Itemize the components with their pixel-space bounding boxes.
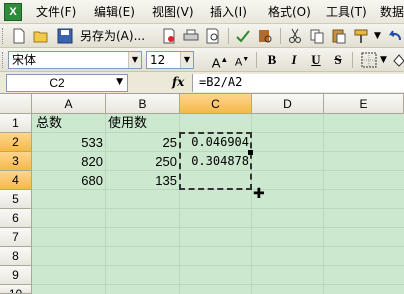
toolbar-separator — [352, 52, 353, 68]
gridline — [323, 114, 324, 294]
cell-b2[interactable]: 25 — [106, 133, 179, 152]
cell-a4[interactable]: 680 — [32, 171, 105, 190]
formatting-toolbar: 宋体 ▼ 12 ▼ A▲ A▼ B I U S ▼ — [0, 48, 404, 72]
standard-toolbar: 另存为(A)... ▼ — [0, 24, 404, 48]
fill-handle[interactable] — [248, 150, 253, 155]
toolbar-grip[interactable] — [2, 28, 5, 44]
italic-button[interactable]: I — [284, 51, 304, 69]
font-size-select[interactable]: 12 ▼ — [146, 51, 194, 69]
menu-edit[interactable]: 编辑(E) — [94, 4, 135, 20]
underline-button[interactable]: U — [306, 51, 326, 69]
strikethrough-button[interactable]: S — [328, 51, 348, 69]
save-as-button[interactable]: 另存为(A)... — [80, 28, 145, 44]
cell-a3[interactable]: 820 — [32, 152, 105, 171]
font-name-value: 宋体 — [12, 53, 37, 67]
formula-text: =B2/A2 — [199, 75, 243, 89]
undo-icon[interactable] — [386, 27, 404, 45]
formula-input[interactable]: =B2/A2 — [192, 74, 404, 92]
gridline — [32, 227, 404, 228]
column-header-c[interactable]: C — [180, 94, 252, 114]
select-all-corner[interactable] — [0, 94, 32, 114]
gridline — [32, 284, 404, 285]
cell-a1[interactable]: 总数 — [36, 114, 106, 133]
format-painter-icon[interactable] — [352, 27, 370, 45]
spelling-icon[interactable] — [234, 27, 252, 45]
column-header-d[interactable]: D — [252, 94, 324, 114]
gridline — [32, 265, 404, 266]
row-header-2[interactable]: 2 — [0, 133, 32, 152]
toolbar-separator — [256, 52, 257, 68]
open-folder-icon[interactable] — [32, 27, 50, 45]
row-header-7[interactable]: 7 — [0, 228, 32, 247]
column-header-e[interactable]: E — [324, 94, 404, 114]
toolbar-separator — [280, 28, 281, 44]
menu-file[interactable]: 文件(F) — [36, 4, 76, 20]
cell-b1[interactable]: 使用数 — [108, 114, 178, 133]
copy-icon[interactable] — [308, 27, 326, 45]
chevron-down-icon[interactable]: ▼ — [380, 52, 387, 68]
menu-format[interactable]: 格式(O) — [268, 4, 311, 20]
formula-bar: C2 ▼ fx =B2/A2 — [0, 72, 404, 94]
chevron-down-icon[interactable]: ▼ — [116, 77, 123, 87]
research-icon[interactable] — [256, 27, 274, 45]
print-icon[interactable] — [182, 27, 200, 45]
fill-crosshair-cursor-icon: ✚ — [253, 186, 265, 202]
chevron-down-icon[interactable]: ▼ — [128, 52, 141, 68]
cell-b3[interactable]: 250 — [106, 152, 179, 171]
row-header-5[interactable]: 5 — [0, 190, 32, 209]
selection-range-c2-c4[interactable] — [179, 132, 252, 190]
column-header-a[interactable]: A — [32, 94, 106, 114]
chevron-down-icon[interactable]: ▼ — [180, 52, 193, 68]
cell-a2[interactable]: 533 — [32, 133, 105, 152]
font-name-select[interactable]: 宋体 ▼ — [8, 51, 142, 69]
column-header-b[interactable]: B — [106, 94, 180, 114]
row-header-1[interactable]: 1 — [0, 114, 32, 133]
insert-function-button[interactable]: fx — [172, 75, 184, 89]
new-file-icon[interactable] — [10, 27, 28, 45]
name-box-value: C2 — [49, 76, 65, 90]
name-box[interactable]: C2 ▼ — [6, 74, 128, 92]
print-preview-icon[interactable] — [204, 27, 222, 45]
menu-insert[interactable]: 插入(I) — [210, 4, 247, 20]
menu-data[interactable]: 数据 — [380, 4, 404, 20]
bold-button[interactable]: B — [262, 51, 282, 69]
shrink-font-icon[interactable]: A▼ — [232, 51, 252, 69]
cell-b4[interactable]: 135 — [106, 171, 179, 190]
spreadsheet-icon[interactable]: X — [4, 3, 22, 21]
permission-icon[interactable] — [160, 27, 178, 45]
grow-font-icon[interactable]: A▲ — [210, 51, 230, 70]
cut-icon[interactable] — [286, 27, 304, 45]
paste-icon[interactable] — [330, 27, 348, 45]
fill-color-icon[interactable] — [390, 51, 404, 69]
borders-icon[interactable] — [360, 51, 378, 69]
toolbar-grip[interactable] — [2, 52, 5, 68]
row-header-9[interactable]: 9 — [0, 266, 32, 285]
row-header-4[interactable]: 4 — [0, 171, 32, 190]
row-header-3[interactable]: 3 — [0, 152, 32, 171]
menu-bar: X 文件(F) 编辑(E) 视图(V) 插入(I) 格式(O) 工具(T) 数据 — [0, 0, 404, 24]
gridline — [32, 246, 404, 247]
row-header-8[interactable]: 8 — [0, 247, 32, 266]
toolbar-separator — [228, 28, 229, 44]
row-header-6[interactable]: 6 — [0, 209, 32, 228]
worksheet-grid[interactable]: A B C D E 1 2 3 4 5 6 7 8 9 10 总数 使用数 53… — [0, 94, 404, 294]
menu-tools[interactable]: 工具(T) — [326, 4, 367, 20]
chevron-down-icon[interactable]: ▼ — [374, 28, 381, 44]
gridline — [32, 208, 404, 209]
font-size-value: 12 — [150, 53, 166, 67]
row-header-10[interactable]: 10 — [0, 285, 32, 294]
save-icon[interactable] — [56, 27, 74, 45]
menu-view[interactable]: 视图(V) — [152, 4, 194, 20]
